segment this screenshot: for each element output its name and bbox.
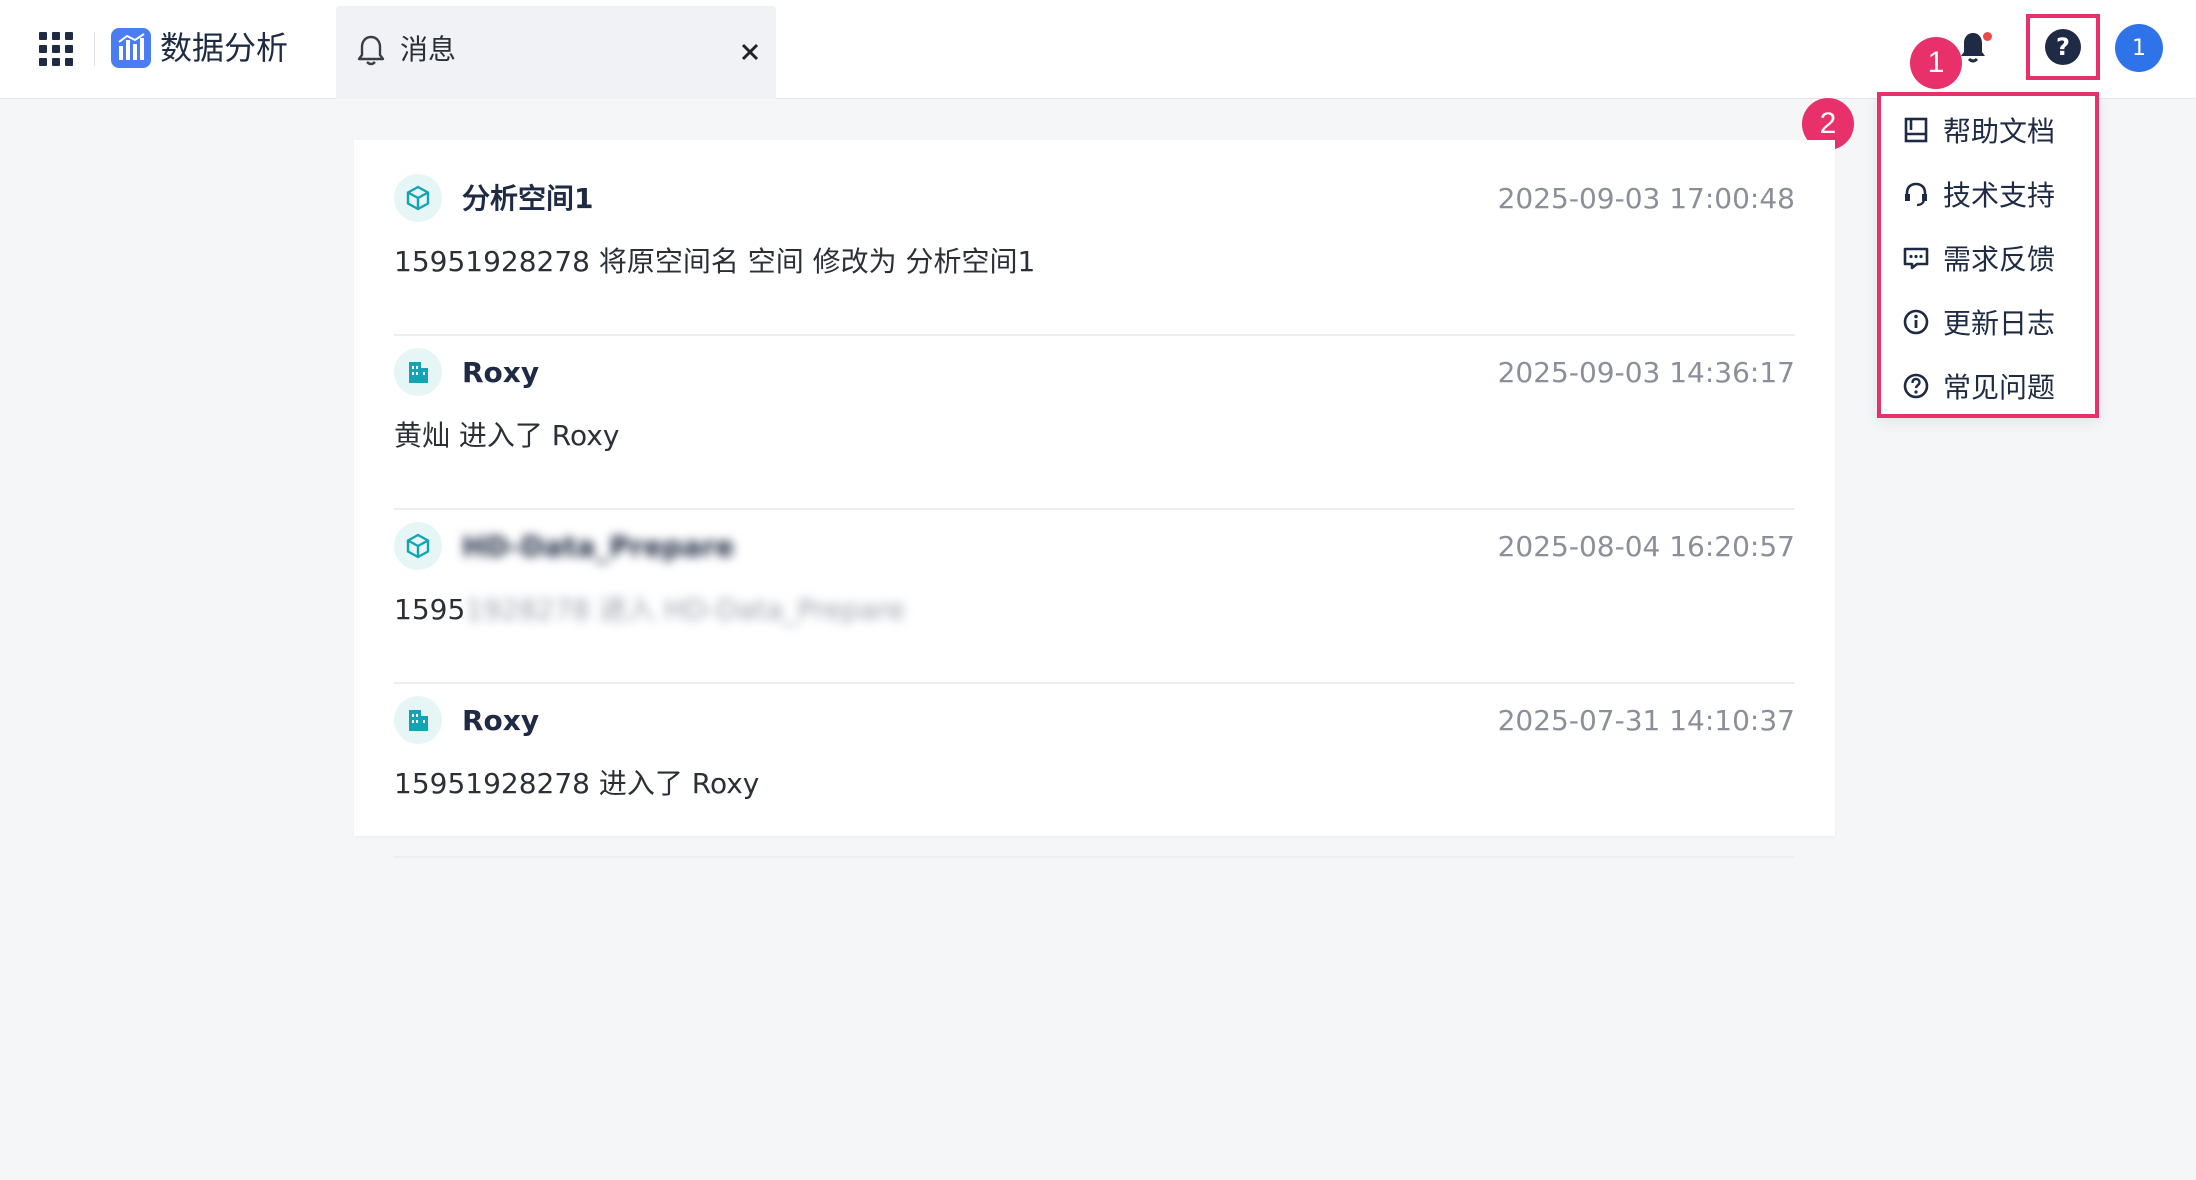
message-body-visible: 1595 [394, 593, 466, 626]
menu-item-label: 常见问题 [1943, 371, 2056, 404]
list-item[interactable]: 分析空间1 2025-09-03 17:00:48 15951928278 将原… [394, 162, 1795, 336]
menu-item-faq[interactable]: 常见问题 [1901, 364, 2091, 408]
list-item[interactable]: Roxy 2025-07-31 14:10:37 15951928278 进入了… [394, 684, 1795, 858]
building-icon [394, 348, 442, 396]
menu-item-changelog[interactable]: 更新日志 [1901, 300, 2091, 344]
message-time: 2025-07-31 14:10:37 [1497, 704, 1795, 737]
cube-icon [394, 522, 442, 570]
apps-grid-icon[interactable] [39, 32, 73, 66]
menu-item-help-docs[interactable]: 帮助文档 [1901, 108, 2091, 152]
message-time: 2025-08-04 16:20:57 [1497, 530, 1795, 563]
message-body: 黄灿 进入了 Roxy [394, 419, 620, 452]
message-title: Roxy [462, 356, 540, 389]
feedback-icon [1901, 243, 1931, 273]
info-icon [1901, 307, 1931, 337]
message-body: 15951928278 进入 HD-Data_Prepare [394, 590, 905, 630]
message-body-blurred: 1928278 进入 HD-Data_Prepare [465, 593, 905, 626]
menu-item-feedback[interactable]: 需求反馈 [1901, 236, 2091, 280]
close-icon[interactable] [732, 34, 768, 70]
annotation-badge-1: 1 [1910, 37, 1962, 89]
bell-icon [356, 34, 386, 72]
message-title: HD-Data_Prepare [462, 530, 735, 563]
tab-messages[interactable]: 消息 [336, 6, 776, 99]
message-time: 2025-09-03 14:36:17 [1497, 356, 1795, 389]
help-dropdown-menu: 帮助文档 技术支持 需求反馈 更新日志 常见问题 [1877, 92, 2099, 418]
menu-item-tech-support[interactable]: 技术支持 [1901, 172, 2091, 216]
tab-label: 消息 [400, 33, 457, 66]
avatar[interactable]: 1 [2115, 24, 2163, 72]
menu-item-label: 技术支持 [1943, 179, 2056, 212]
help-button[interactable]: ? [2026, 14, 2100, 80]
help-icon: ? [2045, 29, 2081, 65]
divider [394, 856, 1795, 858]
headset-icon [1901, 179, 1931, 209]
notification-dot [1983, 32, 1992, 41]
question-icon [1901, 371, 1931, 401]
message-title: 分析空间1 [462, 182, 594, 215]
header-divider [94, 32, 95, 66]
message-title: Roxy [462, 704, 540, 737]
message-body: 15951928278 进入了 Roxy [394, 767, 760, 800]
message-list: 分析空间1 2025-09-03 17:00:48 15951928278 将原… [354, 140, 1835, 858]
app-logo-icon [111, 28, 151, 68]
cube-icon [394, 174, 442, 222]
message-time: 2025-09-03 17:00:48 [1497, 182, 1795, 215]
message-body: 15951928278 将原空间名 空间 修改为 分析空间1 [394, 245, 1036, 278]
menu-item-label: 需求反馈 [1943, 243, 2056, 276]
building-icon [394, 696, 442, 744]
menu-item-label: 帮助文档 [1943, 115, 2056, 148]
list-item[interactable]: Roxy 2025-09-03 14:36:17 黄灿 进入了 Roxy [394, 336, 1795, 510]
app-title[interactable]: 数据分析 [160, 26, 288, 70]
book-icon [1901, 115, 1931, 145]
menu-item-label: 更新日志 [1943, 307, 2056, 340]
top-bar: 数据分析 消息 ? 1 [0, 0, 2196, 99]
list-item[interactable]: HD-Data_Prepare 2025-08-04 16:20:57 1595… [394, 510, 1795, 684]
